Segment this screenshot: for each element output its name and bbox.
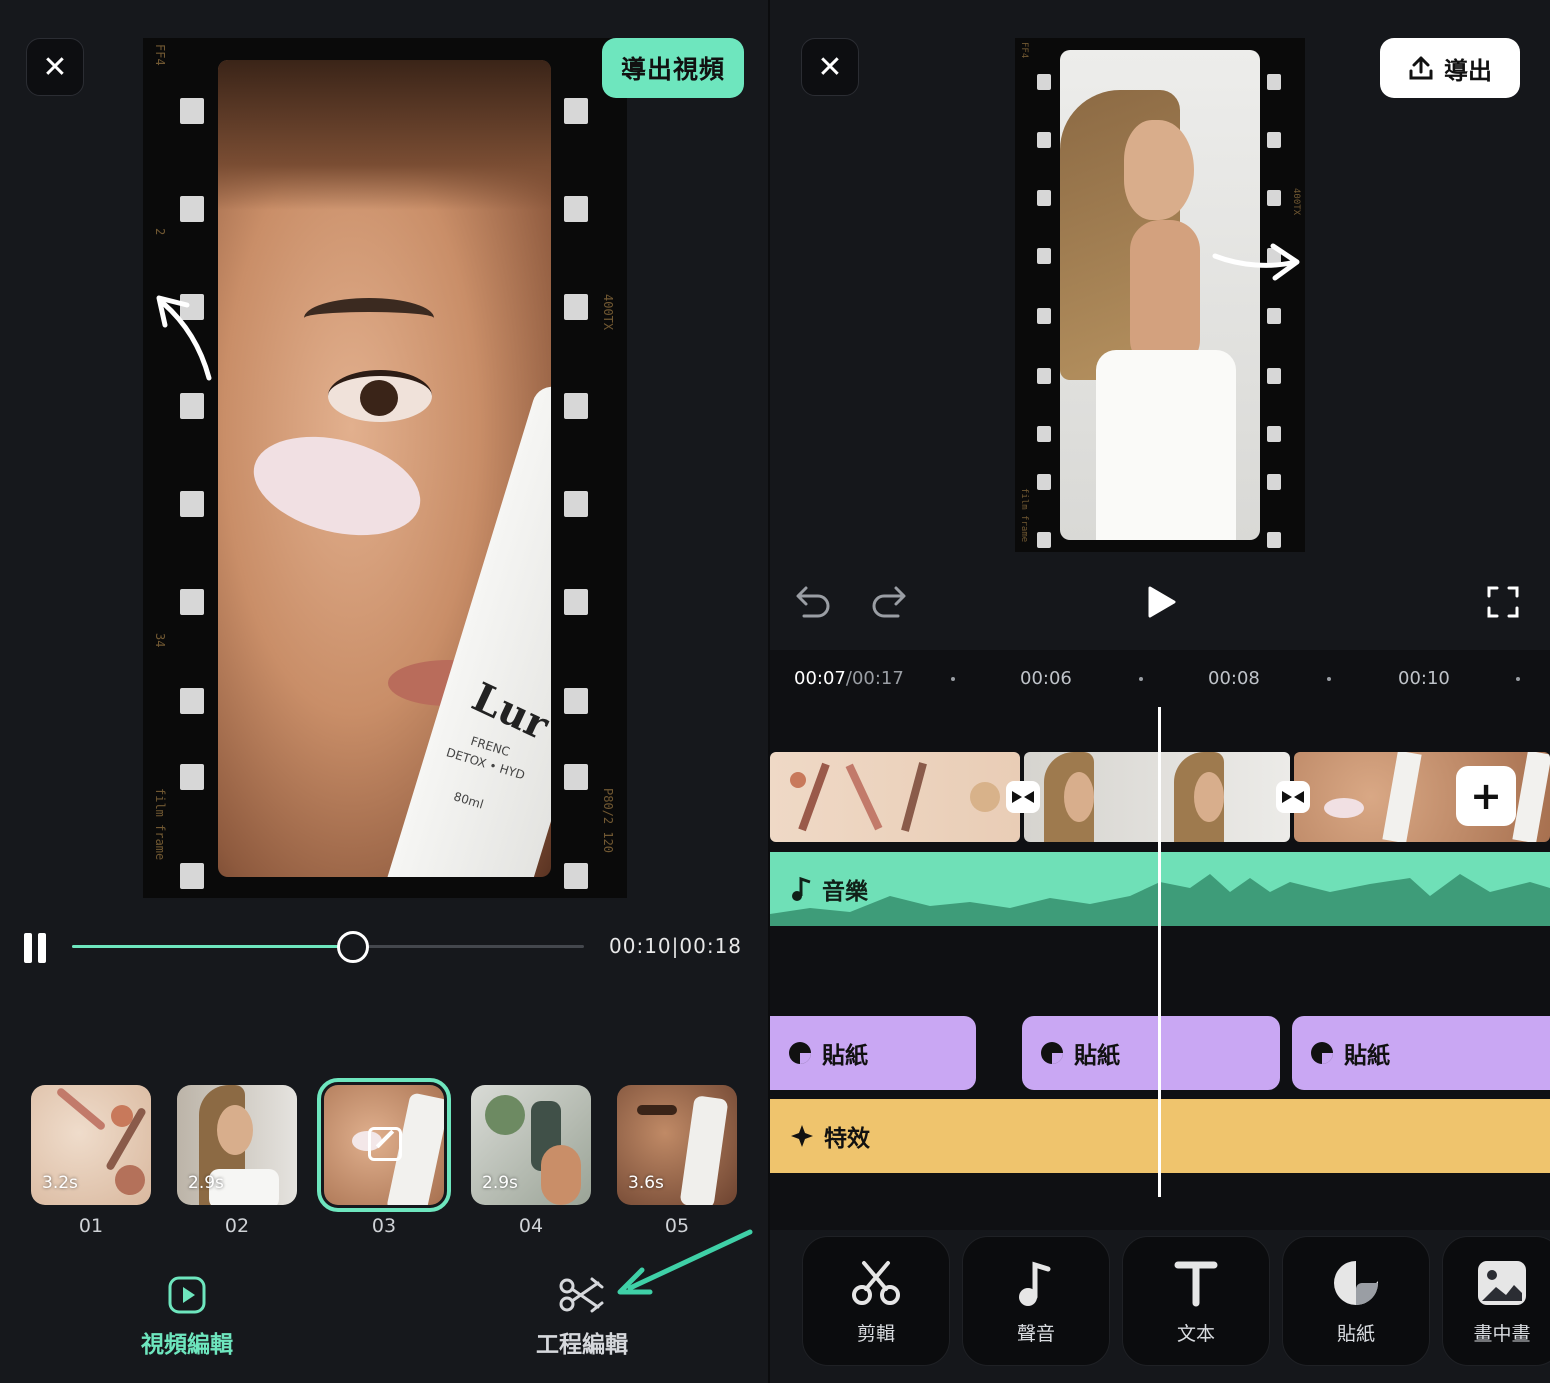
tab-label: 視頻編輯 bbox=[141, 1332, 233, 1358]
timeline-tick: 00:10 bbox=[1398, 668, 1450, 689]
close-icon: ✕ bbox=[817, 49, 843, 85]
tool-label: 剪輯 bbox=[856, 1323, 895, 1345]
clip-number: 04 bbox=[518, 1215, 544, 1237]
tool-label: 貼紙 bbox=[1336, 1323, 1375, 1345]
video-preview[interactable]: FF4 film frame 400TX bbox=[1015, 38, 1305, 552]
scissors-icon bbox=[559, 1277, 604, 1313]
timeline-tick: 00:08 bbox=[1208, 668, 1260, 689]
pointer-arrow bbox=[617, 1229, 753, 1295]
arrow-sticker bbox=[156, 295, 212, 381]
project-edit-panel: ✕ 導出 FF4 film frame 400TX 00:07/00:17 00… bbox=[770, 0, 1550, 1383]
clip-thumbnail[interactable]: 2.9s bbox=[177, 1085, 297, 1205]
clip-thumbnail[interactable]: 3.2s bbox=[31, 1085, 151, 1205]
film-label-right: 400TX bbox=[601, 294, 615, 331]
arrow-sticker bbox=[1212, 243, 1300, 281]
film-label-brand: film frame bbox=[1019, 488, 1029, 543]
fullscreen-icon[interactable] bbox=[1486, 585, 1520, 619]
clip-duration: 3.6s bbox=[628, 1173, 664, 1193]
clip-duration: 2.9s bbox=[188, 1173, 224, 1193]
film-label-mid: 2 bbox=[153, 228, 167, 236]
clip-number: 03 bbox=[371, 1215, 397, 1237]
clip-thumbnail[interactable]: 2.9s bbox=[471, 1085, 591, 1205]
sparkle-icon bbox=[791, 1125, 813, 1147]
clip-duration: 3.2s bbox=[42, 1173, 78, 1193]
tab-video-edit[interactable]: 視頻編輯 bbox=[127, 1275, 247, 1359]
clip-duration: 2.9s bbox=[482, 1173, 518, 1193]
clip-thumbnail-selected[interactable] bbox=[317, 1078, 451, 1212]
export-button[interactable]: 導出 bbox=[1380, 38, 1520, 98]
upload-icon bbox=[1409, 56, 1433, 80]
image-icon bbox=[1478, 1261, 1526, 1305]
transition-icon[interactable] bbox=[1006, 781, 1040, 813]
close-button[interactable]: ✕ bbox=[26, 38, 84, 96]
text-icon bbox=[1174, 1261, 1218, 1307]
clip-number: 02 bbox=[224, 1215, 250, 1237]
playhead[interactable] bbox=[1158, 707, 1161, 1197]
edit-icon[interactable] bbox=[368, 1127, 402, 1161]
music-track-label: 音樂 bbox=[790, 872, 868, 906]
music-note-icon bbox=[792, 876, 811, 901]
sticker-icon bbox=[1334, 1261, 1378, 1305]
timeline-tick: 00:06 bbox=[1020, 668, 1072, 689]
close-button[interactable]: ✕ bbox=[801, 38, 859, 96]
play-square-icon bbox=[168, 1276, 206, 1314]
product-tube: Lur FRENC DETOX • HYD 80ml bbox=[375, 381, 551, 877]
undo-icon[interactable] bbox=[794, 582, 832, 618]
export-video-button[interactable]: 導出視頻 bbox=[602, 38, 744, 98]
play-icon[interactable] bbox=[1144, 584, 1178, 620]
tool-label: 聲音 bbox=[1016, 1323, 1055, 1345]
sticker-icon bbox=[1311, 1042, 1333, 1064]
film-label-brand: film frame bbox=[153, 788, 167, 861]
progress-thumb[interactable] bbox=[336, 931, 369, 963]
playback-time: 00:10|00:18 bbox=[609, 934, 743, 958]
pause-icon[interactable] bbox=[24, 933, 50, 963]
progress-slider[interactable] bbox=[72, 931, 584, 963]
video-edit-panel: ✕ FF4 2 34 film frame 400TX P80/2 120 Lu… bbox=[0, 0, 768, 1383]
preview-frame-image bbox=[1060, 50, 1260, 540]
tool-picture-in-picture[interactable]: 畫中畫 bbox=[1442, 1236, 1550, 1366]
progress-fill bbox=[72, 945, 352, 948]
tool-label: 畫中畫 bbox=[1473, 1323, 1531, 1345]
clip-number: 01 bbox=[78, 1215, 104, 1237]
sticker-segment[interactable]: 貼紙 bbox=[1022, 1016, 1280, 1090]
film-label-right-low: P80/2 120 bbox=[601, 788, 615, 854]
preview-frame-image: Lur FRENC DETOX • HYD 80ml bbox=[218, 60, 551, 877]
sticker-icon bbox=[789, 1042, 811, 1064]
transition-icon[interactable] bbox=[1276, 781, 1310, 813]
video-segment[interactable] bbox=[770, 752, 1020, 842]
add-clip-button[interactable]: + bbox=[1456, 766, 1516, 826]
redo-icon[interactable] bbox=[870, 582, 908, 618]
tab-label: 工程編輯 bbox=[536, 1332, 628, 1358]
video-preview[interactable]: FF4 2 34 film frame 400TX P80/2 120 Lur … bbox=[143, 38, 627, 898]
clip-thumbnail[interactable]: 3.6s bbox=[617, 1085, 737, 1205]
music-note-icon bbox=[1019, 1261, 1051, 1306]
sticker-icon bbox=[1041, 1042, 1063, 1064]
video-segment[interactable] bbox=[1024, 752, 1290, 842]
tool-label: 文本 bbox=[1176, 1323, 1215, 1345]
export-label: 導出 bbox=[1444, 56, 1492, 85]
film-label-right: 400TX bbox=[1291, 188, 1301, 216]
tool-cut[interactable]: 剪輯 bbox=[802, 1236, 950, 1366]
film-label-top: FF4 bbox=[1019, 42, 1029, 59]
timeline-current-time: 00:07/00:17 bbox=[794, 668, 904, 689]
film-label-top: FF4 bbox=[153, 44, 167, 66]
film-label-low: 34 bbox=[153, 633, 167, 648]
sticker-segment[interactable]: 貼紙 bbox=[770, 1016, 976, 1090]
tool-sticker[interactable]: 貼紙 bbox=[1282, 1236, 1430, 1366]
scissors-icon bbox=[852, 1261, 900, 1305]
tool-text[interactable]: 文本 bbox=[1122, 1236, 1270, 1366]
close-icon: ✕ bbox=[42, 49, 68, 85]
timeline[interactable]: 00:07/00:17 00:06 00:08 00:10 + 音樂 貼紙 貼紙… bbox=[770, 650, 1550, 1230]
tool-audio[interactable]: 聲音 bbox=[962, 1236, 1110, 1366]
sticker-segment[interactable]: 貼紙 bbox=[1292, 1016, 1550, 1090]
